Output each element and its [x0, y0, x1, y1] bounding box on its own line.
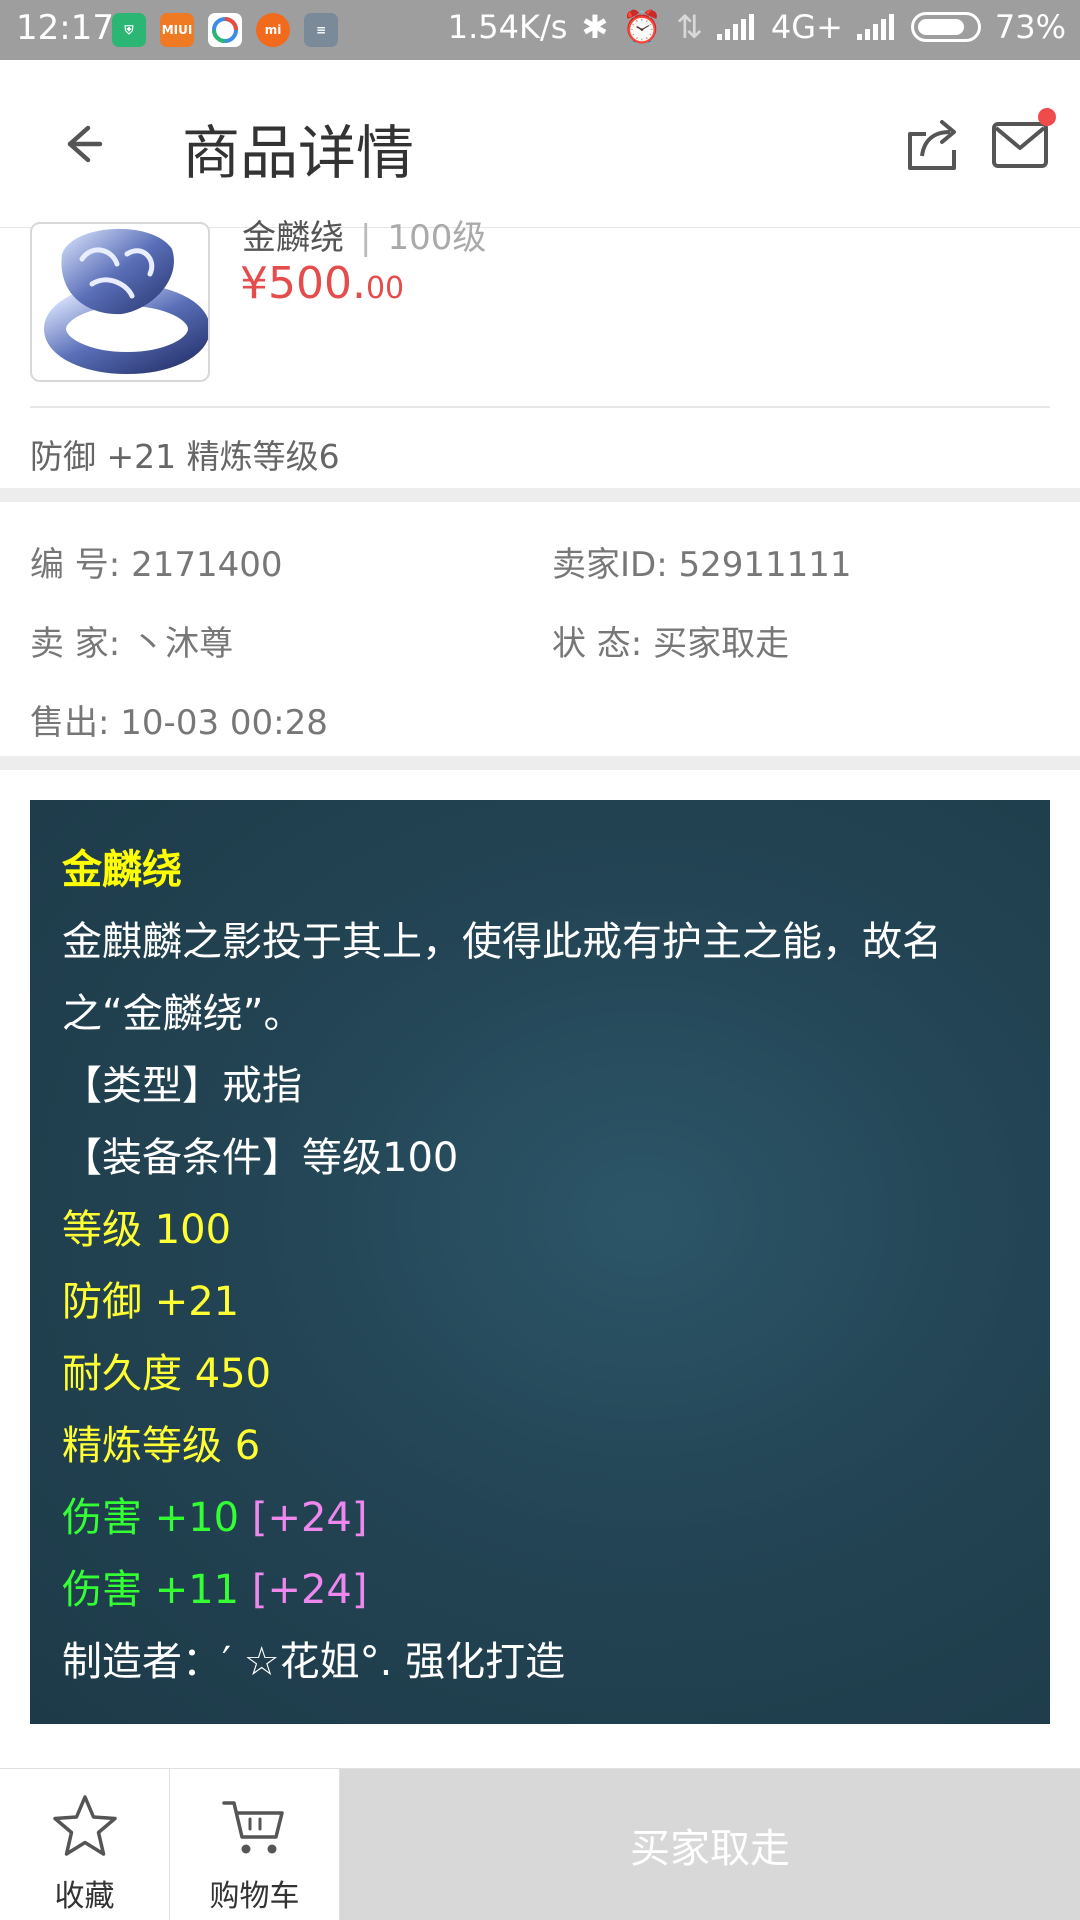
price-main: ¥500.: [240, 258, 366, 309]
browser-app-icon: [208, 13, 242, 47]
battery-icon: [910, 12, 981, 42]
product-summary: 金麟绕 | 100级 ¥500.00 防御 +21 精炼等级6: [0, 218, 1080, 488]
status-value: 买家取走: [653, 624, 790, 664]
status-bar: 12:17 ⛨ MIUI mi ≡ 1.54K/s ✱ ⏰ ⇅ 4G+ 73%: [0, 0, 1080, 60]
page-title: 商品详情: [182, 119, 415, 187]
section-gap: [0, 488, 1080, 502]
desc-refine: 精炼等级 6: [62, 1423, 261, 1469]
notification-icons: ⛨ MIUI mi ≡: [112, 13, 338, 47]
shield-app-icon: ⛨: [112, 13, 146, 47]
sold-label: 售出:: [30, 703, 110, 743]
alarm-icon: ⏰: [622, 8, 663, 46]
network-type: 4G+: [770, 8, 843, 46]
desc-requirement: 【装备条件】等级100: [62, 1135, 459, 1181]
item-description: 金麟绕 金麒麟之影投于其上，使得此戒有护主之能，故名 之“金麟绕”。 【类型】戒…: [30, 800, 1050, 1724]
trade-info: 编 号: 2171400 卖家ID: 52911111 卖 家: 丶沐尊 状 态…: [0, 502, 1080, 754]
damage-2-value: 伤害 +11: [62, 1567, 240, 1613]
seller: 卖 家: 丶沐尊: [30, 616, 233, 665]
collected-button[interactable]: 买家取走: [340, 1769, 1080, 1920]
desc-damage-2: 伤害 +11 [+24]: [62, 1554, 1018, 1626]
desc-lore-1: 金麒麟之影投于其上，使得此戒有护主之能，故名: [62, 919, 942, 965]
desc-name: 金麟绕: [62, 847, 182, 893]
mi-app-icon: mi: [256, 13, 290, 47]
sold-time: 售出: 10-03 00:28: [30, 695, 328, 744]
trade-id-label: 编 号:: [30, 545, 121, 585]
bottom-bar: 收藏 购物车 买家取走: [0, 1768, 1080, 1920]
cart-label: 购物车: [209, 1879, 300, 1914]
signal-icon: [716, 14, 757, 40]
battery-percent: 73%: [994, 8, 1066, 46]
cart-icon: [222, 1801, 284, 1854]
arrow-left-icon: [67, 125, 103, 163]
app-header: 商品详情: [0, 60, 1080, 228]
cart-button[interactable]: 购物车: [170, 1769, 340, 1920]
trade-status: 状 态: 买家取走: [552, 616, 789, 665]
bluetooth-icon: ✱: [581, 8, 609, 46]
item-price: ¥500.00: [240, 258, 404, 309]
damage-2-bonus: [+24]: [251, 1567, 368, 1613]
item-image[interactable]: [30, 222, 210, 382]
damage-1-bonus: [+24]: [251, 1495, 368, 1541]
share-icon: [908, 120, 956, 170]
desc-durability: 耐久度 450: [62, 1351, 272, 1397]
status-label: 状 态:: [552, 624, 643, 664]
star-icon: [53, 1795, 117, 1856]
favorite-label: 收藏: [54, 1879, 115, 1914]
section-gap: [0, 756, 1080, 770]
back-button[interactable]: [52, 114, 112, 174]
favorite-button[interactable]: 收藏: [0, 1769, 170, 1920]
seller-value: 丶沐尊: [131, 624, 234, 664]
seller-id: 卖家ID: 52911111: [552, 537, 852, 586]
price-cents: 00: [365, 271, 405, 306]
seller-label: 卖 家:: [30, 624, 121, 664]
notes-app-icon: ≡: [304, 13, 338, 47]
trade-id: 编 号: 2171400: [30, 537, 283, 586]
sold-value: 10-03 00:28: [120, 703, 328, 743]
item-title: 金麟绕 | 100级: [242, 218, 487, 258]
seller-id-value: 52911111: [678, 545, 852, 585]
unread-dot: [1038, 108, 1056, 126]
divider: [30, 406, 1050, 408]
desc-maker: 制造者：′ ☆花姐°. 强化打造: [62, 1639, 566, 1685]
desc-lore-2: 之“金麟绕”。: [62, 991, 304, 1037]
share-button[interactable]: [902, 112, 962, 174]
trade-id-value: 2171400: [131, 545, 283, 585]
signal-icon-2: [856, 14, 897, 40]
item-attributes: 防御 +21 精炼等级6: [30, 437, 340, 476]
damage-1-value: 伤害 +10: [62, 1495, 240, 1541]
network-speed: 1.54K/s: [447, 8, 568, 46]
miui-app-icon: MIUI: [160, 13, 194, 47]
status-time: 12:17: [16, 8, 114, 48]
item-name: 金麟绕: [242, 218, 344, 258]
data-transfer-icon: ⇅: [676, 8, 703, 46]
desc-type: 【类型】戒指: [62, 1063, 302, 1109]
status-right: 1.54K/s ✱ ⏰ ⇅ 4G+ 73%: [448, 8, 1066, 46]
item-level: 100级: [387, 218, 487, 258]
seller-id-label: 卖家ID:: [552, 545, 668, 585]
ring-image: [44, 228, 208, 374]
desc-level: 等级 100: [62, 1207, 232, 1253]
desc-damage-1: 伤害 +10 [+24]: [62, 1482, 1018, 1554]
desc-defense: 防御 +21: [62, 1279, 240, 1325]
